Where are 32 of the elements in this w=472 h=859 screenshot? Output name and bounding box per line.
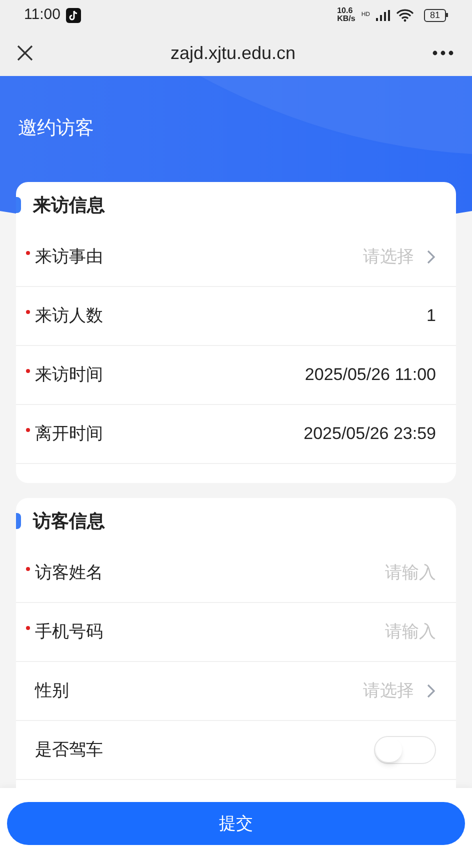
page-title: 邀约访客 (18, 116, 94, 141)
field-label: 是否驾车 (35, 739, 103, 762)
page-url: zajd.xjtu.edu.cn (170, 42, 296, 65)
input-field[interactable]: 请输入 (308, 560, 436, 586)
wifi-icon (396, 8, 414, 22)
field-label: 访客姓名 (35, 562, 103, 584)
field-label: 手机号码 (35, 621, 103, 644)
app-notification-icon (66, 8, 82, 22)
section-title: 来访信息 (33, 194, 105, 216)
field-label: 来访事由 (35, 246, 103, 268)
section-accent-bar (16, 197, 21, 213)
input-field[interactable]: 请输入 (308, 619, 436, 645)
section-accent-bar (16, 513, 21, 529)
toggle-switch[interactable] (374, 736, 436, 764)
field-value[interactable]: 1 (426, 303, 436, 329)
field-label: 来访时间 (35, 364, 103, 386)
network-speed-unit: KB/s (337, 15, 356, 23)
close-icon (16, 44, 34, 62)
field-value[interactable]: 2025/05/26 11:00 (304, 362, 436, 388)
more-icon (432, 50, 454, 56)
field-value[interactable]: 2025/05/26 23:59 (304, 421, 436, 447)
network-speed: 10.6 (337, 7, 354, 15)
chevron-right-icon (426, 249, 436, 265)
submit-button[interactable]: 提交 (7, 802, 465, 845)
battery-indicator: 81 (424, 8, 448, 22)
field-label: 离开时间 (35, 423, 103, 446)
field-label: 来访人数 (35, 305, 103, 328)
section-title: 访客信息 (33, 510, 105, 532)
status-time: 11:00 (24, 4, 60, 25)
signal-icon (376, 10, 390, 20)
chevron-right-icon (426, 683, 436, 699)
field-label: 性别 (35, 680, 69, 702)
